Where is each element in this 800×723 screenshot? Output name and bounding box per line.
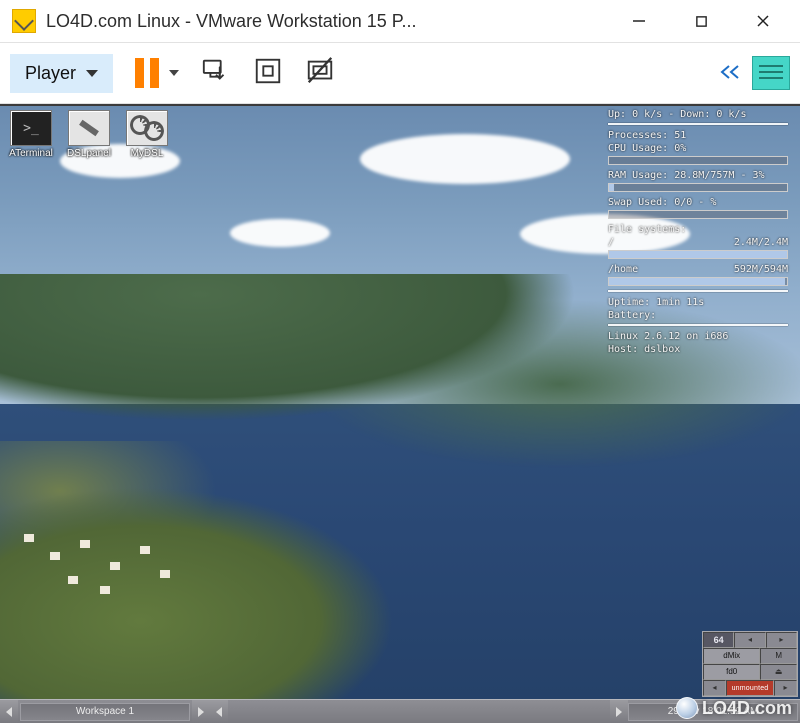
chevron-down-icon <box>86 70 98 77</box>
dock-dmix-button[interactable]: dMix <box>703 648 760 664</box>
message-log-button[interactable] <box>752 56 790 90</box>
collapse-toolbar-button[interactable] <box>718 60 742 86</box>
fs-home-label: /home <box>608 263 638 276</box>
sysmon-swap: Swap Used: 0/0 - % <box>608 196 788 209</box>
fs-root-bar <box>608 250 788 259</box>
panel-icon <box>68 110 110 146</box>
wallpaper-cloud <box>360 134 570 184</box>
sysmon-battery: Battery: <box>608 309 788 322</box>
app-icon <box>12 9 36 33</box>
sysmon-cpu: CPU Usage: 0% <box>608 142 788 155</box>
guest-desktop[interactable]: >_ ATerminal DSLpanel MyDSL Up: 0 k/s - … <box>0 104 800 723</box>
wallpaper-village <box>10 504 270 614</box>
sysmon-net: Up: 0 k/s - Down: 0 k/s <box>608 108 788 121</box>
minimize-button[interactable] <box>608 0 670 42</box>
desktop-icon-label: ATerminal <box>6 148 56 159</box>
desktop-icon-dslpanel[interactable]: DSLpanel <box>64 110 114 159</box>
sysmon-kernel: Linux 2.6.12 on i686 <box>608 330 788 343</box>
dock-prev-icon[interactable]: ◂ <box>734 632 765 648</box>
pause-vm-button[interactable] <box>135 58 179 88</box>
wallpaper-cloud <box>230 219 330 247</box>
divider <box>608 123 788 125</box>
gear-icon <box>126 110 168 146</box>
workspace-label[interactable]: Workspace 1 <box>20 703 190 721</box>
dock-next-icon[interactable]: ▸ <box>766 632 797 648</box>
sysmon-host: Host: dslbox <box>608 343 788 356</box>
desktop-icon-mydsl[interactable]: MyDSL <box>122 110 172 159</box>
window-titlebar: LO4D.com Linux - VMware Workstation 15 P… <box>0 0 800 42</box>
terminal-icon: >_ <box>10 110 52 146</box>
dock-volume-level[interactable]: 64 <box>703 632 734 648</box>
fs-root-label: / <box>608 236 614 249</box>
fullscreen-button[interactable] <box>253 56 283 91</box>
desktop-icon-label: DSLpanel <box>64 148 114 159</box>
dock-mount-status[interactable]: unmounted <box>726 680 774 696</box>
sysmon-ram: RAM Usage: 28.8M/757M - 3% <box>608 169 788 182</box>
desktop-icons: >_ ATerminal DSLpanel MyDSL <box>6 110 172 159</box>
close-button[interactable] <box>732 0 794 42</box>
fluxbox-taskbar: Workspace 1 29 Nov 18 01:52 AM <box>0 699 800 723</box>
cpu-usage-bar <box>608 156 788 165</box>
fs-root-value: 2.4M/2.4M <box>734 236 788 249</box>
system-monitor: Up: 0 k/s - Down: 0 k/s Processes: 51 CP… <box>608 108 788 356</box>
sysmon-fs-root: / 2.4M/2.4M <box>608 236 788 249</box>
dock-fd0-label[interactable]: fd0 <box>703 664 760 680</box>
divider <box>608 324 788 326</box>
eject-icon[interactable]: ⏏ <box>760 664 797 680</box>
divider <box>608 290 788 292</box>
dock-left-icon[interactable]: ◂ <box>703 680 726 696</box>
fs-home-bar <box>608 277 788 286</box>
swap-usage-bar <box>608 210 788 219</box>
pause-icon <box>135 58 159 88</box>
fs-home-value: 592M/594M <box>734 263 788 276</box>
chevron-down-icon <box>169 70 179 76</box>
send-ctrl-alt-del-button[interactable] <box>201 56 231 91</box>
taskbar-clock[interactable]: 29 Nov 18 01:52 AM <box>628 703 798 721</box>
desktop-icon-label: MyDSL <box>122 148 172 159</box>
ram-usage-bar <box>608 183 788 192</box>
workspace-next-button[interactable] <box>192 700 210 723</box>
sysmon-fs-title: File systems: <box>608 223 788 236</box>
sysmon-processes: Processes: 51 <box>608 129 788 142</box>
dock-mute-button[interactable]: M <box>760 648 797 664</box>
player-menu-label: Player <box>25 63 76 84</box>
unity-mode-button[interactable] <box>305 56 335 91</box>
sysmon-fs-home: /home 592M/594M <box>608 263 788 276</box>
vmware-toolbar: Player <box>0 42 800 104</box>
sysmon-uptime: Uptime: 1min 11s <box>608 296 788 309</box>
desktop-icon-aterminal[interactable]: >_ ATerminal <box>6 110 56 159</box>
window-controls <box>608 0 794 42</box>
dock-right-icon[interactable]: ▸ <box>774 680 797 696</box>
tasks-scroll-left[interactable] <box>210 700 228 723</box>
player-menu-button[interactable]: Player <box>10 54 113 93</box>
dock-tray: 64 ◂ ▸ dMix M fd0 ⏏ ◂ unmounted ▸ <box>702 631 798 697</box>
tasks-scroll-right[interactable] <box>610 700 628 723</box>
restore-button[interactable] <box>670 0 732 42</box>
workspace-prev-button[interactable] <box>0 700 18 723</box>
window-title: LO4D.com Linux - VMware Workstation 15 P… <box>46 11 608 32</box>
